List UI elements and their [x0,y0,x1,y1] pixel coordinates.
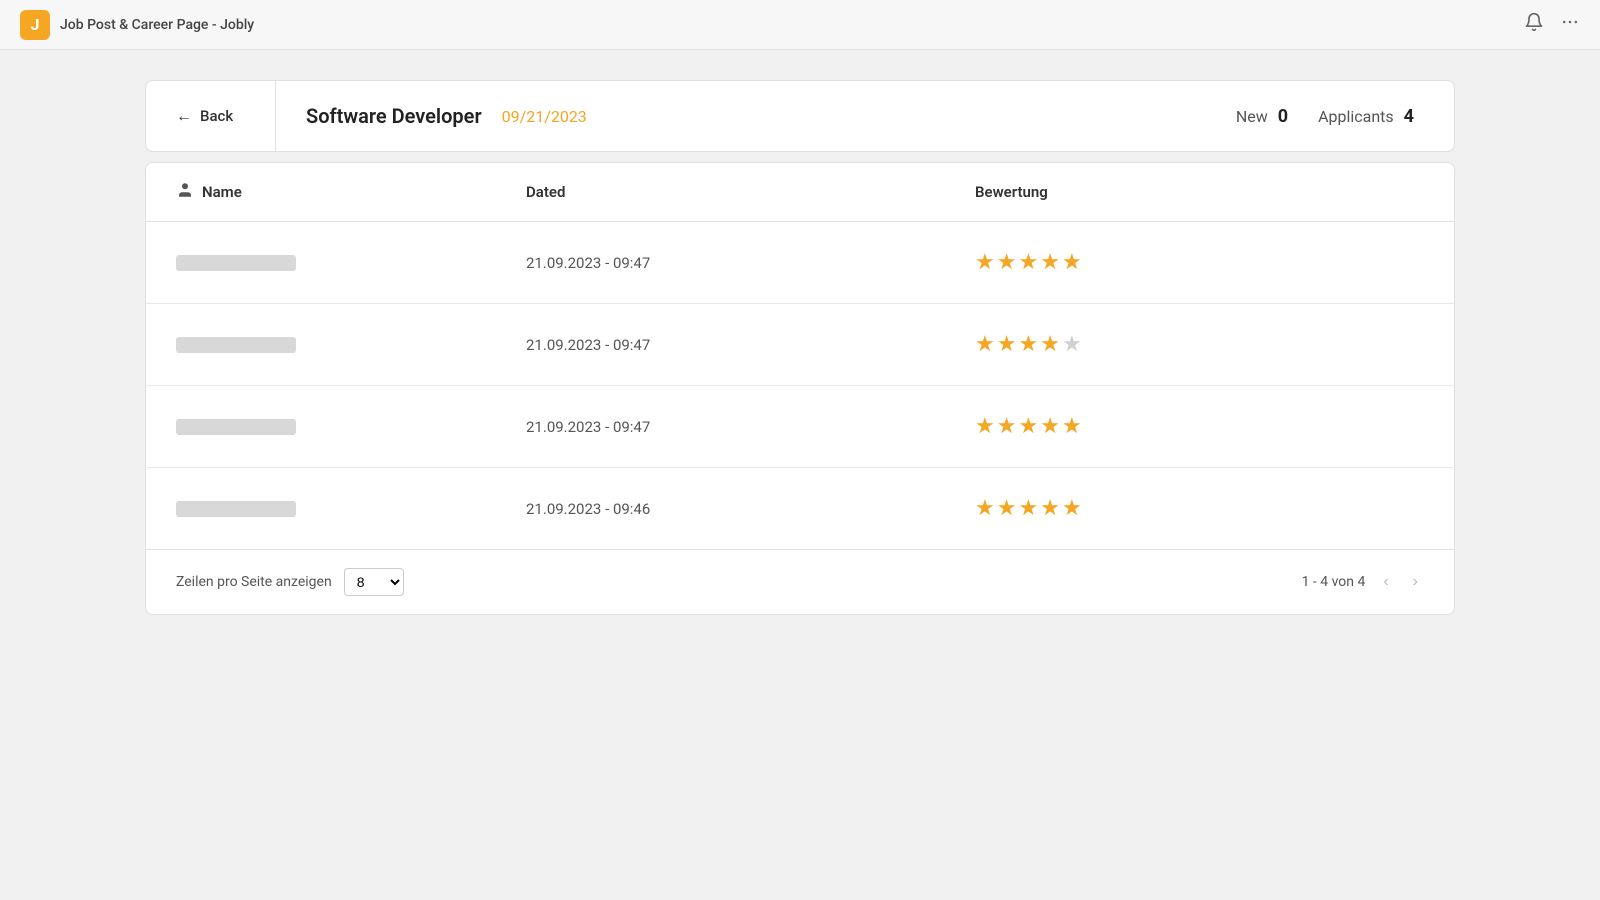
name-cell [176,501,526,517]
topbar-left: J Job Post & Career Page - Jobly [20,10,254,40]
name-cell [176,337,526,353]
main-content: ← Back Software Developer 09/21/2023 New… [0,50,1600,645]
table-footer: Zeilen pro Seite anzeigen 8 16 24 32 1 -… [146,549,1454,614]
new-stat: New 0 [1236,106,1288,127]
name-placeholder [176,255,296,271]
star-icon[interactable]: ★ [1040,496,1060,521]
stars-cell: ★★★★★ [975,250,1424,275]
date-cell: 21.09.2023 - 09:47 [526,418,975,436]
topbar: J Job Post & Career Page - Jobly [0,0,1600,50]
job-date: 09/21/2023 [502,107,587,126]
star-icon[interactable]: ★ [1062,496,1082,521]
star-icon[interactable]: ★ [1018,414,1038,439]
name-placeholder [176,337,296,353]
new-label: New [1236,107,1268,126]
pagination-section: 1 - 4 von 4 ‹ › [1302,569,1424,595]
header-card: ← Back Software Developer 09/21/2023 New… [145,80,1455,152]
col-bewertung-label: Bewertung [975,183,1048,201]
table-row[interactable]: 21.09.2023 - 09:46★★★★★ [146,468,1454,549]
stars-cell: ★★★★★ [975,332,1424,357]
prev-page-button[interactable]: ‹ [1377,569,1394,595]
title-section: Software Developer 09/21/2023 [276,104,1196,128]
rows-per-page-section: Zeilen pro Seite anzeigen 8 16 24 32 [176,568,404,596]
star-icon[interactable]: ★ [997,332,1017,357]
more-icon[interactable] [1560,12,1580,37]
star-icon[interactable]: ★ [997,250,1017,275]
person-icon [176,181,194,203]
col-header-name: Name [176,181,526,203]
star-icon[interactable]: ★ [1018,496,1038,521]
name-cell [176,419,526,435]
col-dated-label: Dated [526,183,565,201]
date-cell: 21.09.2023 - 09:46 [526,500,975,518]
back-label: Back [200,107,233,125]
pagination-text: 1 - 4 von 4 [1302,574,1366,590]
col-header-bewertung: Bewertung [975,181,1424,203]
table-body: 21.09.2023 - 09:47★★★★★21.09.2023 - 09:4… [146,222,1454,549]
name-placeholder [176,501,296,517]
star-icon[interactable]: ★ [975,250,995,275]
star-icon[interactable]: ★ [975,414,995,439]
star-icon[interactable]: ★ [1062,414,1082,439]
topbar-right [1524,12,1580,37]
star-icon[interactable]: ★ [1018,250,1038,275]
star-icon[interactable]: ★ [975,332,995,357]
applicants-stat: Applicants 4 [1318,106,1414,127]
date-cell: 21.09.2023 - 09:47 [526,254,975,272]
app-icon: J [20,10,50,40]
table-header: Name Dated Bewertung [146,163,1454,222]
stars-cell: ★★★★★ [975,414,1424,439]
star-icon[interactable]: ★ [1040,332,1060,357]
stars-cell: ★★★★★ [975,496,1424,521]
applicants-table: Name Dated Bewertung 21.09.2023 - 09:47★… [145,162,1455,615]
star-icon[interactable]: ★ [1062,332,1082,357]
bell-icon[interactable] [1524,12,1544,37]
star-icon[interactable]: ★ [997,414,1017,439]
star-icon[interactable]: ★ [1018,332,1038,357]
app-title: Job Post & Career Page - Jobly [60,17,254,33]
star-icon[interactable]: ★ [1040,250,1060,275]
applicants-count: 4 [1404,106,1414,127]
date-cell: 21.09.2023 - 09:47 [526,336,975,354]
star-icon[interactable]: ★ [1040,414,1060,439]
new-count: 0 [1278,106,1288,127]
table-row[interactable]: 21.09.2023 - 09:47★★★★★ [146,304,1454,386]
name-placeholder [176,419,296,435]
table-row[interactable]: 21.09.2023 - 09:47★★★★★ [146,386,1454,468]
next-page-button[interactable]: › [1407,569,1424,595]
star-icon[interactable]: ★ [975,496,995,521]
back-button[interactable]: ← Back [146,81,276,151]
col-name-label: Name [202,183,242,201]
stats-section: New 0 Applicants 4 [1196,106,1454,127]
rows-per-page-select[interactable]: 8 16 24 32 [344,568,404,596]
table-row[interactable]: 21.09.2023 - 09:47★★★★★ [146,222,1454,304]
col-header-dated: Dated [526,181,975,203]
name-cell [176,255,526,271]
job-title: Software Developer [306,104,482,128]
star-icon[interactable]: ★ [1062,250,1082,275]
star-icon[interactable]: ★ [997,496,1017,521]
back-arrow-icon: ← [176,106,192,126]
rows-per-page-label: Zeilen pro Seite anzeigen [176,574,332,590]
applicants-label: Applicants [1318,107,1394,126]
